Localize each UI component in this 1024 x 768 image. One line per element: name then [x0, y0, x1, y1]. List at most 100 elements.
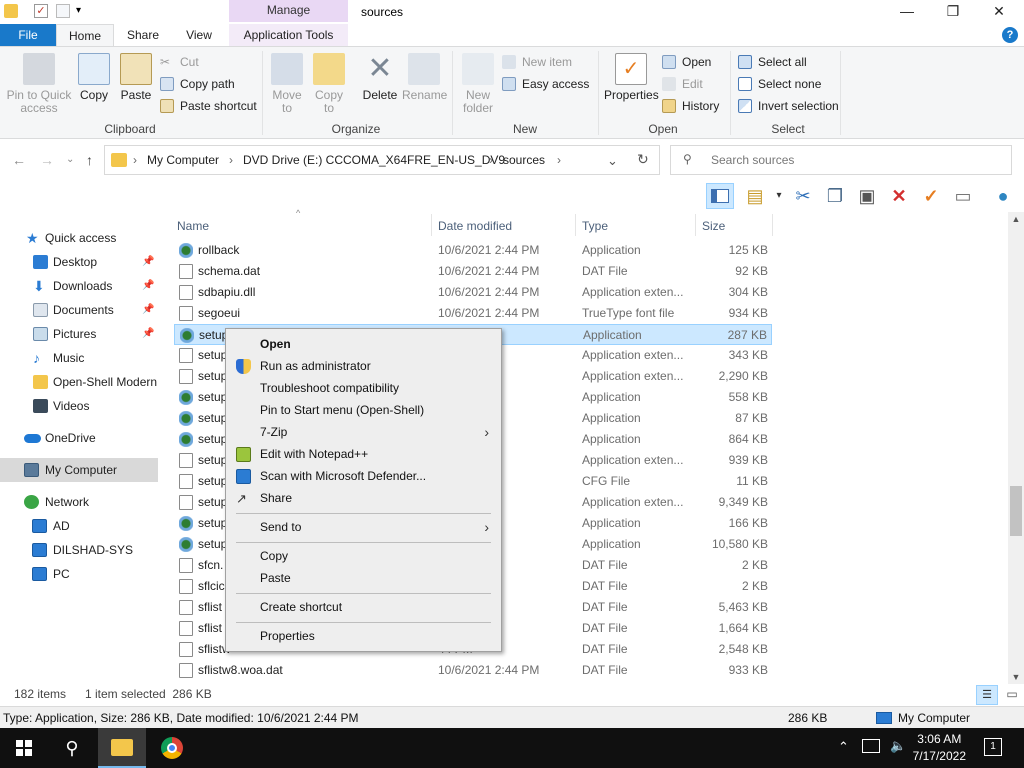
- tab-application-tools[interactable]: Application Tools: [229, 24, 348, 46]
- nav-quick-access[interactable]: ★ Quick access: [0, 226, 158, 250]
- nav-open-shell-modern[interactable]: Open-Shell Modern: [0, 370, 158, 394]
- nav-my-computer[interactable]: My Computer: [0, 458, 158, 482]
- scrollbar-thumb[interactable]: [1010, 486, 1022, 536]
- nav-dilshad-sys[interactable]: DILSHAD-SYS: [0, 538, 158, 562]
- address-dropdown-chevron-icon[interactable]: ⌄: [607, 153, 618, 169]
- breadcrumb-separator[interactable]: ›: [557, 153, 561, 167]
- forward-arrow-icon[interactable]: →: [40, 152, 54, 168]
- breadcrumb-sources[interactable]: sources: [503, 153, 545, 167]
- show-hidden-icons-chevron-icon[interactable]: ⌃: [838, 739, 849, 755]
- folder-options-icon[interactable]: ▤: [744, 186, 766, 206]
- pin-icon[interactable]: 📌: [142, 298, 154, 322]
- tab-view[interactable]: View: [174, 24, 224, 46]
- breadcrumb-my-computer[interactable]: My Computer: [147, 153, 219, 167]
- nav-pc[interactable]: PC: [0, 562, 158, 586]
- nav-onedrive[interactable]: OneDrive: [0, 426, 158, 450]
- menu-item-create-shortcut[interactable]: Create shortcut: [228, 596, 499, 618]
- clock[interactable]: 3:06 AM 7/17/2022: [913, 731, 966, 765]
- column-separator[interactable]: [575, 214, 576, 236]
- select-all-button[interactable]: Select all: [738, 52, 807, 72]
- menu-item-scan-with-defender[interactable]: Scan with Microsoft Defender...: [228, 465, 499, 487]
- menu-item-edit-with-notepad[interactable]: Edit with Notepad++: [228, 443, 499, 465]
- paste-shortcut-button[interactable]: Paste shortcut: [160, 96, 257, 116]
- table-row[interactable]: rollback 10/6/2021 2:44 PM Application 125 …: [174, 240, 772, 261]
- table-row[interactable]: schema.dat 10/6/2021 2:44 PM DAT File 92 KB: [174, 261, 772, 282]
- breadcrumb-separator[interactable]: ›: [489, 153, 493, 167]
- breadcrumb-dvd-drive[interactable]: DVD Drive (E:) CCCOMA_X64FRE_EN-US_DV9: [243, 153, 505, 167]
- file-explorer-taskbar-button[interactable]: [98, 728, 146, 768]
- navigation-pane-toggle-icon[interactable]: [706, 183, 734, 209]
- nav-ad[interactable]: AD: [0, 514, 158, 538]
- copy-button[interactable]: Copy: [76, 53, 112, 102]
- menu-item-open[interactable]: Open: [228, 333, 499, 355]
- refresh-icon[interactable]: ↻: [637, 151, 649, 168]
- column-size[interactable]: Size: [702, 216, 725, 236]
- column-date-modified[interactable]: Date modified: [438, 216, 512, 236]
- history-button[interactable]: History: [662, 96, 719, 116]
- copy-icon[interactable]: ❐: [824, 186, 846, 206]
- edit-button[interactable]: Edit: [662, 74, 703, 94]
- details-view-icon[interactable]: ☰: [976, 685, 998, 705]
- tab-share[interactable]: Share: [118, 24, 168, 46]
- tab-home[interactable]: Home: [56, 24, 114, 46]
- nav-desktop[interactable]: Desktop 📌: [0, 250, 158, 274]
- delete-button[interactable]: ✕ Delete: [360, 53, 400, 102]
- properties-check-icon[interactable]: ✓: [34, 4, 48, 18]
- pin-quick-access-button[interactable]: Pin to Quick access: [4, 53, 74, 115]
- large-icons-view-icon[interactable]: ▭: [1002, 685, 1022, 705]
- nav-documents[interactable]: Documents 📌: [0, 298, 158, 322]
- select-none-button[interactable]: Select none: [738, 74, 821, 94]
- breadcrumb-separator[interactable]: ›: [229, 153, 233, 167]
- table-row[interactable]: sflistw8.woa.dat 10/6/2021 2:44 PM DAT Fil…: [174, 660, 772, 681]
- pin-icon[interactable]: 📌: [142, 250, 154, 274]
- start-button[interactable]: [0, 728, 48, 768]
- copy-to-button[interactable]: Copy to: [310, 53, 348, 115]
- breadcrumb-separator[interactable]: ›: [133, 153, 137, 167]
- menu-item-send-to[interactable]: Send to ›: [228, 516, 499, 538]
- pin-icon[interactable]: 📌: [142, 274, 154, 298]
- menu-item-7zip[interactable]: 7-Zip ›: [228, 421, 499, 443]
- column-name[interactable]: Name: [177, 216, 209, 236]
- cut-scissors-icon[interactable]: ✂: [792, 186, 814, 206]
- copy-path-button[interactable]: Copy path: [160, 74, 235, 94]
- search-icon[interactable]: ⚲: [48, 728, 96, 768]
- maximize-button[interactable]: ❐: [930, 0, 976, 22]
- menu-item-troubleshoot-compatibility[interactable]: Troubleshoot compatibility: [228, 377, 499, 399]
- minimize-button[interactable]: —: [884, 0, 930, 22]
- nav-pictures[interactable]: Pictures 📌: [0, 322, 158, 346]
- nav-videos[interactable]: Videos: [0, 394, 158, 418]
- vertical-scrollbar[interactable]: ▲ ▼: [1008, 212, 1024, 684]
- scroll-up-icon[interactable]: ▲: [1008, 214, 1024, 224]
- cut-button[interactable]: ✂ Cut: [160, 52, 199, 72]
- column-type[interactable]: Type: [582, 216, 608, 236]
- nav-network[interactable]: Network: [0, 490, 158, 514]
- new-folder-button[interactable]: New folder: [458, 53, 498, 115]
- pin-icon[interactable]: 📌: [142, 322, 154, 346]
- up-arrow-icon[interactable]: ↑: [86, 152, 93, 168]
- paste-clipboard-icon[interactable]: ▣: [856, 186, 878, 206]
- properties-button[interactable]: ✓ Properties: [604, 53, 659, 102]
- volume-icon[interactable]: 🔈: [890, 738, 906, 754]
- scroll-down-icon[interactable]: ▼: [1008, 672, 1024, 682]
- easy-access-button[interactable]: Easy access: [502, 74, 589, 94]
- network-status-icon[interactable]: [862, 739, 880, 753]
- new-folder-qa-icon[interactable]: [56, 4, 70, 18]
- nav-downloads[interactable]: ⬇ Downloads 📌: [0, 274, 158, 298]
- tab-file[interactable]: File: [0, 24, 56, 46]
- table-row[interactable]: segoeui 10/6/2021 2:44 PM TrueType font fi…: [174, 303, 772, 324]
- menu-item-copy[interactable]: Copy: [228, 545, 499, 567]
- column-separator[interactable]: [695, 214, 696, 236]
- shell-globe-icon[interactable]: ●: [992, 186, 1014, 206]
- address-box[interactable]: › My Computer › DVD Drive (E:) CCCOMA_X6…: [104, 145, 660, 175]
- back-arrow-icon[interactable]: ←: [12, 152, 26, 168]
- notification-icon[interactable]: 1: [984, 738, 1002, 756]
- rename-field-icon[interactable]: ▭: [952, 186, 974, 206]
- folder-options-dropdown-icon[interactable]: ▾: [768, 186, 790, 206]
- menu-item-run-as-administrator[interactable]: Run as administrator: [228, 355, 499, 377]
- properties-check-icon[interactable]: ✓: [920, 186, 942, 206]
- customize-qa-dropdown-icon[interactable]: ▾: [76, 4, 90, 18]
- menu-item-properties[interactable]: Properties: [228, 625, 499, 647]
- close-button[interactable]: ✕: [976, 0, 1022, 22]
- column-separator[interactable]: [431, 214, 432, 236]
- column-separator[interactable]: [772, 214, 773, 236]
